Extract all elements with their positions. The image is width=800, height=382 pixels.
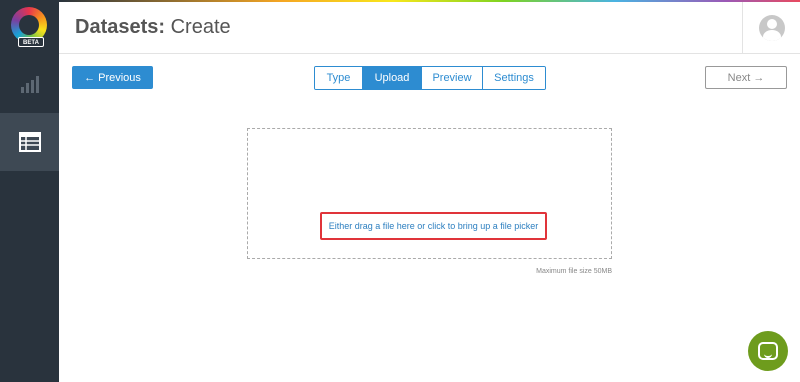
next-button[interactable]: Next → xyxy=(705,66,787,89)
wizard-tabs: Type Upload Preview Settings xyxy=(314,66,546,90)
bar-chart-icon xyxy=(20,76,39,93)
max-file-size-note: Maximum file size 50MB xyxy=(536,268,612,275)
chat-button[interactable] xyxy=(748,331,788,371)
previous-button[interactable]: ← Previous xyxy=(72,66,153,89)
rainbow-strip xyxy=(59,0,800,2)
sidebar-item-charts[interactable] xyxy=(0,55,59,113)
page-title: Datasets: Create xyxy=(75,16,231,39)
page-title-primary: Datasets: xyxy=(75,16,166,38)
sidebar: BETA xyxy=(0,0,59,382)
user-avatar-icon[interactable] xyxy=(758,15,785,41)
beta-badge: BETA xyxy=(18,37,44,47)
table-icon xyxy=(18,132,41,152)
sidebar-item-datasets[interactable] xyxy=(0,113,59,171)
user-menu[interactable] xyxy=(742,2,800,54)
app-logo[interactable]: BETA xyxy=(0,0,59,55)
page-title-secondary: Create xyxy=(170,16,231,38)
file-picker-prompt-highlight[interactable]: Either drag a file here or click to brin… xyxy=(320,212,547,240)
file-dropzone[interactable]: Either drag a file here or click to brin… xyxy=(247,128,612,259)
chat-icon xyxy=(758,342,778,360)
file-picker-prompt[interactable]: Either drag a file here or click to brin… xyxy=(329,221,539,231)
top-bar: Datasets: Create xyxy=(59,0,800,54)
tab-upload[interactable]: Upload xyxy=(363,67,422,89)
tab-settings[interactable]: Settings xyxy=(483,67,545,89)
tab-preview[interactable]: Preview xyxy=(422,67,483,89)
tab-type[interactable]: Type xyxy=(315,67,363,89)
